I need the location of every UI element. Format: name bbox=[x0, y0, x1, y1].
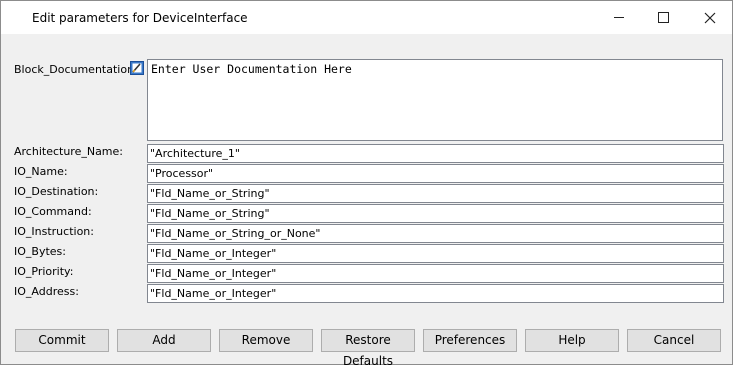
param-label-architecture-name: Architecture_Name: bbox=[14, 145, 124, 158]
param-field-architecture-name[interactable]: "Architecture_1" bbox=[147, 144, 724, 163]
param-label-io-address: IO_Address: bbox=[14, 285, 79, 298]
block-documentation-label: Block_Documentation: bbox=[14, 63, 138, 76]
window-title: Edit parameters for DeviceInterface bbox=[32, 11, 248, 25]
title-bar: Edit parameters for DeviceInterface bbox=[1, 1, 732, 34]
param-label-io-bytes: IO_Bytes: bbox=[14, 245, 66, 258]
preferences-button[interactable]: Preferences bbox=[423, 329, 517, 352]
cancel-button[interactable]: Cancel bbox=[627, 329, 721, 352]
param-field-io-address[interactable]: "Fld_Name_or_Integer" bbox=[147, 284, 724, 303]
close-button[interactable] bbox=[687, 1, 732, 34]
param-label-io-name: IO_Name: bbox=[14, 165, 68, 178]
minimize-icon bbox=[613, 17, 624, 18]
param-field-io-priority[interactable]: "Fld_Name_or_Integer" bbox=[147, 264, 724, 283]
param-label-io-destination: IO_Destination: bbox=[14, 185, 99, 198]
minimize-button[interactable] bbox=[596, 1, 641, 34]
restore-defaults-button[interactable]: Restore Defaults bbox=[321, 329, 415, 368]
help-button[interactable]: Help bbox=[525, 329, 619, 352]
param-label-io-command: IO_Command: bbox=[14, 205, 92, 218]
block-documentation-field[interactable]: Enter User Documentation Here bbox=[147, 59, 723, 141]
commit-button[interactable]: Commit bbox=[15, 329, 109, 352]
edit-doc-icon[interactable] bbox=[130, 61, 144, 75]
param-label-io-instruction: IO_Instruction: bbox=[14, 225, 94, 238]
param-label-io-priority: IO_Priority: bbox=[14, 265, 74, 278]
param-field-io-name[interactable]: "Processor" bbox=[147, 164, 724, 183]
remove-button[interactable]: Remove bbox=[219, 329, 313, 352]
dialog-window: Edit parameters for DeviceInterface Bloc… bbox=[0, 0, 733, 368]
param-field-io-command[interactable]: "Fld_Name_or_String" bbox=[147, 204, 724, 223]
param-field-io-destination[interactable]: "Fld_Name_or_String" bbox=[147, 184, 724, 203]
maximize-icon bbox=[658, 12, 669, 23]
maximize-button[interactable] bbox=[641, 1, 686, 34]
param-field-io-instruction[interactable]: "Fld_Name_or_String_or_None" bbox=[147, 224, 724, 243]
add-button[interactable]: Add bbox=[117, 329, 211, 352]
param-field-io-bytes[interactable]: "Fld_Name_or_Integer" bbox=[147, 244, 724, 263]
close-icon bbox=[704, 12, 715, 23]
